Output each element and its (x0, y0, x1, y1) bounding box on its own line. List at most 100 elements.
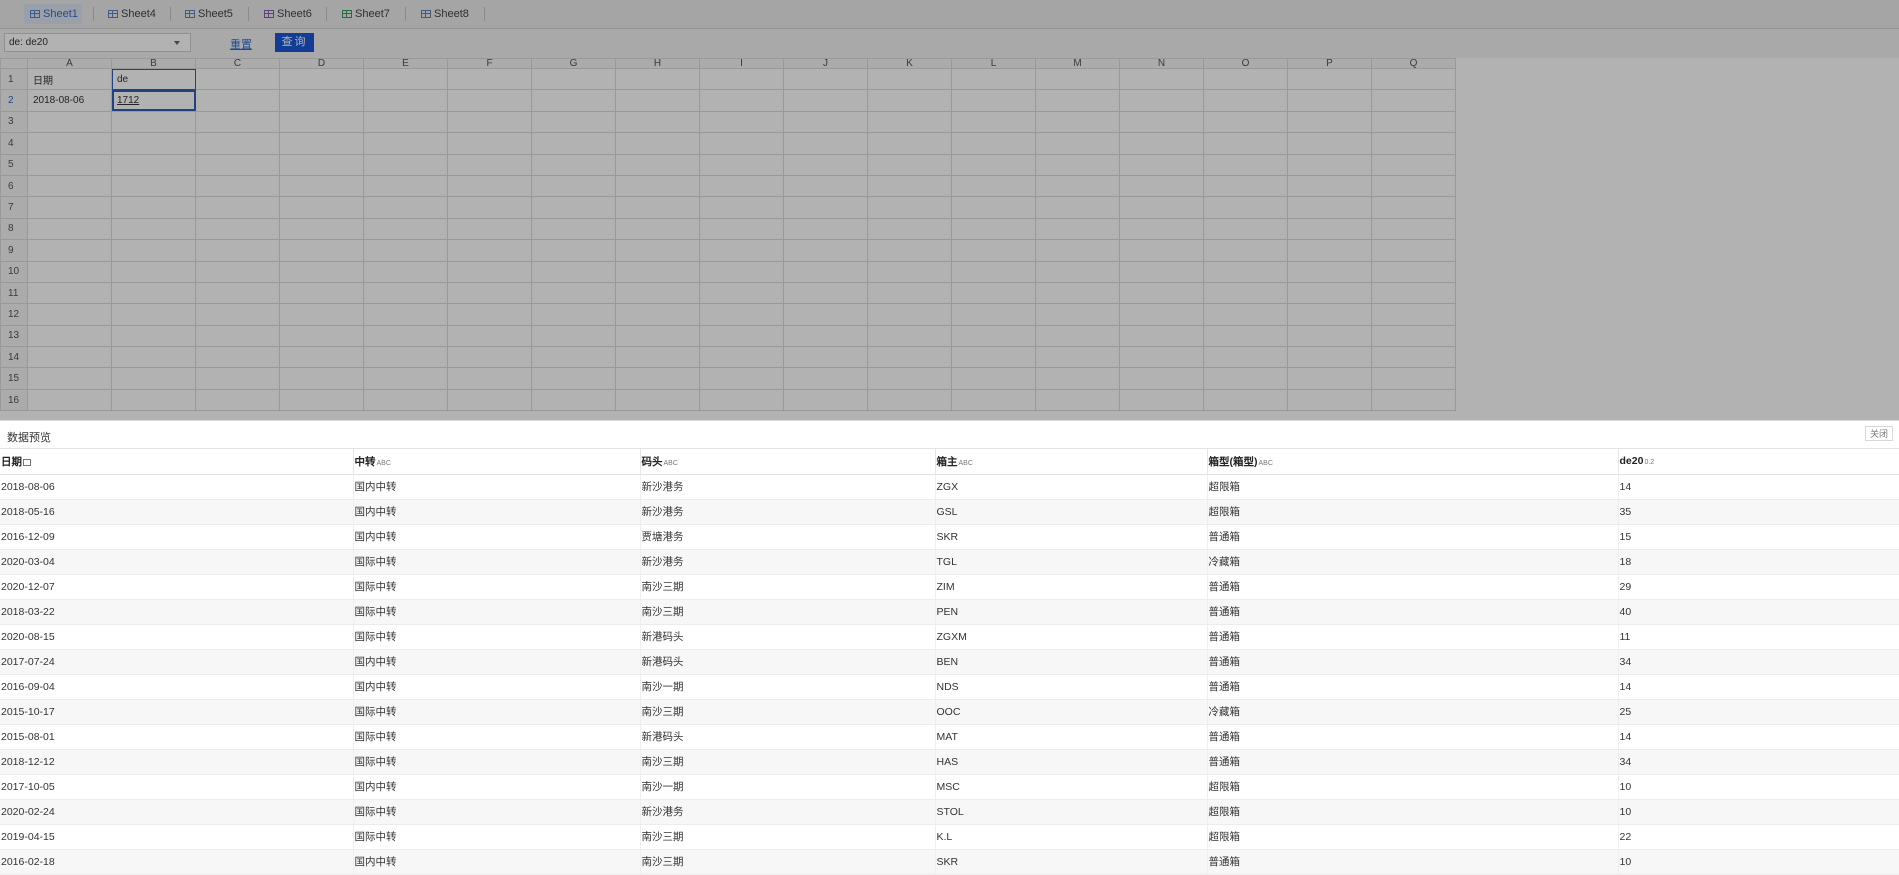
sheet-cell[interactable] (447, 324, 532, 348)
sheet-cell[interactable] (447, 174, 532, 198)
sheet-cell[interactable] (195, 132, 280, 155)
sheet-cell[interactable] (1119, 239, 1204, 262)
sheet-cell[interactable] (1287, 388, 1372, 412)
sheet-cell[interactable] (27, 324, 112, 348)
sheet-cell[interactable] (111, 281, 196, 305)
row-header[interactable]: 8 (0, 217, 28, 241)
sheet-cell[interactable] (111, 346, 196, 369)
sheet-cell[interactable] (615, 303, 700, 326)
sheet-cell[interactable] (699, 303, 784, 326)
row-header[interactable]: 6 (0, 174, 28, 198)
sheet-cell[interactable] (699, 281, 784, 305)
sheet-cell[interactable] (279, 196, 364, 219)
sheet-cell[interactable] (1371, 132, 1456, 155)
sheet-cell[interactable] (111, 324, 196, 348)
sheet-cell[interactable] (1203, 324, 1288, 348)
sheet-cell[interactable] (363, 132, 448, 155)
row-header[interactable]: 12 (0, 303, 28, 326)
parameter-select[interactable]: de: de20 (4, 33, 191, 52)
sheet-cell[interactable] (1287, 367, 1372, 390)
sheet-cell[interactable] (195, 260, 280, 283)
column-header[interactable]: I (699, 58, 784, 69)
column-header[interactable]: E (363, 58, 448, 69)
sheet-cell[interactable] (951, 324, 1036, 348)
sheet-cell[interactable] (279, 324, 364, 348)
sheet-cell[interactable] (867, 388, 952, 412)
sheet-cell[interactable] (951, 388, 1036, 412)
row-header[interactable]: 10 (0, 260, 28, 283)
sheet-cell[interactable] (699, 132, 784, 155)
sheet-cell[interactable] (699, 217, 784, 241)
sheet-cell[interactable] (111, 132, 196, 155)
sheet-cell[interactable] (867, 196, 952, 219)
sheet-cell[interactable] (1203, 110, 1288, 134)
tab-sheet7[interactable]: Sheet7 (342, 4, 400, 24)
sheet-cell[interactable] (363, 346, 448, 369)
sheet-cell[interactable] (1035, 196, 1120, 219)
sheet-cell[interactable] (363, 239, 448, 262)
sheet-cell[interactable] (1287, 217, 1372, 241)
preview-column-header[interactable]: 码头ABC (640, 449, 936, 475)
sheet-cell[interactable] (867, 324, 952, 348)
sheet-cell[interactable] (27, 110, 112, 134)
sheet-cell[interactable] (1287, 132, 1372, 155)
sheet-cell[interactable] (195, 281, 280, 305)
sheet-cell[interactable] (699, 346, 784, 369)
row-header[interactable]: 5 (0, 153, 28, 176)
sheet-cell[interactable] (1203, 239, 1288, 262)
sheet-cell[interactable] (531, 67, 616, 91)
sheet-cell[interactable] (363, 174, 448, 198)
sheet-cell[interactable] (783, 303, 868, 326)
sheet-cell[interactable] (1371, 367, 1456, 390)
sheet-cell[interactable] (111, 110, 196, 134)
sheet-cell[interactable] (363, 303, 448, 326)
sheet-cell[interactable] (867, 260, 952, 283)
sheet-cell[interactable] (1287, 239, 1372, 262)
sheet-cell[interactable] (27, 196, 112, 219)
sheet-cell[interactable] (699, 260, 784, 283)
sheet-cell[interactable] (195, 67, 280, 91)
sheet-cell[interactable] (1287, 153, 1372, 176)
column-header[interactable]: G (531, 58, 616, 69)
sheet-cell[interactable] (867, 132, 952, 155)
tab-sheet1[interactable]: Sheet1 (24, 4, 82, 24)
sheet-cell[interactable] (195, 153, 280, 176)
sheet-cell[interactable] (1035, 346, 1120, 369)
sheet-cell[interactable] (867, 89, 952, 112)
sheet-cell[interactable] (447, 110, 532, 134)
sheet-cell[interactable] (1203, 174, 1288, 198)
row-header[interactable]: 1 (0, 67, 28, 91)
column-header[interactable]: D (279, 58, 364, 69)
sheet-cell[interactable] (1203, 196, 1288, 219)
sheet-cell[interactable] (195, 324, 280, 348)
sheet-cell[interactable] (783, 67, 868, 91)
sheet-cell[interactable] (531, 388, 616, 412)
sheet-cell[interactable] (27, 132, 112, 155)
sheet-cell[interactable] (279, 260, 364, 283)
sheet-cell[interactable] (1203, 303, 1288, 326)
sheet-cell[interactable] (1035, 132, 1120, 155)
sheet-cell[interactable] (1371, 260, 1456, 283)
sheet-cell[interactable] (531, 260, 616, 283)
sheet-cell[interactable] (447, 89, 532, 112)
sheet-cell[interactable] (447, 260, 532, 283)
sheet-cell[interactable] (531, 346, 616, 369)
sheet-cell[interactable] (111, 153, 196, 176)
sheet-cell[interactable] (1119, 346, 1204, 369)
sheet-cell[interactable] (195, 303, 280, 326)
sheet-cell[interactable] (1035, 303, 1120, 326)
sheet-cell[interactable] (1035, 174, 1120, 198)
sheet-cell[interactable] (531, 303, 616, 326)
column-header[interactable]: J (783, 58, 868, 69)
sheet-cell[interactable] (615, 89, 700, 112)
sheet-cell[interactable] (615, 260, 700, 283)
sheet-cell[interactable] (279, 346, 364, 369)
sheet-cell[interactable] (363, 367, 448, 390)
sheet-cell[interactable] (1371, 196, 1456, 219)
sheet-cell[interactable] (1371, 153, 1456, 176)
tab-sheet8[interactable]: Sheet8 (421, 4, 479, 24)
sheet-cell[interactable] (1119, 367, 1204, 390)
sheet-cell[interactable] (1371, 89, 1456, 112)
sheet-cell[interactable] (447, 67, 532, 91)
sheet-cell[interactable] (531, 239, 616, 262)
